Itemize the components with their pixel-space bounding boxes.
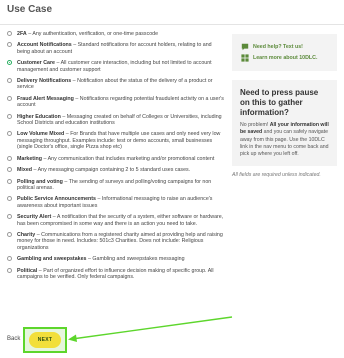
option-description: Gambling and sweepstakes messaging bbox=[92, 256, 185, 263]
next-button[interactable]: NEXT bbox=[29, 332, 61, 348]
use-case-option[interactable]: Mixed – Any messaging campaign containin… bbox=[7, 167, 226, 173]
use-case-option[interactable]: Marketing – Any communication that inclu… bbox=[7, 155, 226, 162]
radio-icon[interactable] bbox=[7, 131, 12, 137]
use-case-option[interactable]: Customer Care – All customer care intera… bbox=[7, 60, 226, 73]
radio-icon[interactable] bbox=[7, 256, 12, 262]
radio-checked-icon[interactable] bbox=[7, 60, 12, 66]
radio-icon[interactable] bbox=[7, 196, 12, 202]
option-name: Fraud Alert Messaging bbox=[17, 95, 74, 102]
radio-icon[interactable] bbox=[7, 231, 12, 237]
option-description: Communications from a registered charity… bbox=[17, 231, 223, 251]
radio-icon[interactable] bbox=[7, 78, 12, 84]
use-case-option[interactable]: Account Notifications – Standard notific… bbox=[7, 42, 226, 55]
sidebar: Need help? Text us! Learn more about 10D… bbox=[232, 34, 337, 178]
option-name: Political bbox=[17, 267, 38, 274]
option-name: Public Service Announcements bbox=[17, 196, 96, 203]
option-name: Charity bbox=[17, 231, 36, 238]
option-description: Any authentication, verification, or one… bbox=[32, 31, 159, 37]
use-case-options: 2FA – Any authentication, verification, … bbox=[7, 31, 226, 285]
use-case-option[interactable]: Low Volume Mixed – For Brands that have … bbox=[7, 131, 226, 150]
pause-box: Need to press pause on this to gather in… bbox=[232, 80, 337, 167]
option-name: Marketing bbox=[17, 155, 43, 162]
grid-icon bbox=[241, 54, 249, 62]
learn-more-link[interactable]: Learn more about 10DLC. bbox=[241, 54, 331, 62]
use-case-option[interactable]: 2FA – Any authentication, verification, … bbox=[7, 31, 226, 37]
help-box: Need help? Text us! Learn more about 10D… bbox=[232, 34, 337, 71]
help-text-label: Need help? Text us! bbox=[253, 44, 303, 50]
radio-icon[interactable] bbox=[7, 42, 12, 48]
pause-body-intro: No problem! bbox=[240, 122, 270, 128]
option-name: Polling and voting bbox=[17, 178, 63, 185]
radio-icon[interactable] bbox=[7, 267, 12, 273]
option-name: Gambling and sweepstakes bbox=[17, 256, 87, 263]
use-case-option[interactable]: Delivery Notifications – Notification ab… bbox=[7, 78, 226, 91]
radio-icon[interactable] bbox=[7, 113, 12, 119]
pause-body: No problem! All your information will be… bbox=[240, 122, 329, 158]
title-divider bbox=[0, 24, 344, 25]
radio-icon[interactable] bbox=[7, 155, 12, 161]
option-name: Mixed bbox=[17, 167, 33, 174]
option-name: 2FA bbox=[17, 31, 27, 37]
use-case-option[interactable]: Higher Education – Messaging created on … bbox=[7, 113, 226, 127]
use-case-option[interactable]: Polling and voting – The sending of surv… bbox=[7, 178, 226, 192]
back-link[interactable]: Back bbox=[7, 336, 20, 342]
chat-icon bbox=[241, 43, 249, 51]
learn-more-label: Learn more about 10DLC. bbox=[253, 55, 318, 61]
option-name: Low Volume Mixed bbox=[17, 131, 65, 138]
use-case-option[interactable]: Security Alert – A notification that the… bbox=[7, 214, 226, 227]
pause-title: Need to press pause on this to gather in… bbox=[240, 88, 319, 117]
option-description: Part of organized effort to influence de… bbox=[17, 267, 214, 280]
use-case-option[interactable]: Charity – Communications from a register… bbox=[7, 231, 226, 251]
option-description: Any messaging campaign containing 2 to 5… bbox=[37, 167, 191, 174]
option-name: Account Notifications bbox=[17, 42, 72, 49]
use-case-option[interactable]: Political – Part of organized effort to … bbox=[7, 267, 226, 281]
required-note: All fields are required unless indicated… bbox=[232, 172, 321, 179]
option-name: Customer Care bbox=[17, 60, 55, 67]
option-description: Any communication that includes marketin… bbox=[47, 155, 215, 162]
radio-icon[interactable] bbox=[7, 167, 12, 173]
page-title: Use Case bbox=[7, 4, 53, 15]
option-name: Higher Education bbox=[17, 113, 61, 120]
use-case-option[interactable]: Public Service Announcements – Informati… bbox=[7, 196, 226, 209]
use-case-option[interactable]: Gambling and sweepstakes – Gambling and … bbox=[7, 256, 226, 262]
help-text-link[interactable]: Need help? Text us! bbox=[241, 43, 331, 51]
radio-icon[interactable] bbox=[7, 31, 12, 36]
next-button-highlight: NEXT bbox=[23, 327, 67, 353]
radio-icon[interactable] bbox=[7, 95, 12, 101]
radio-icon[interactable] bbox=[7, 178, 12, 184]
option-name: Security Alert bbox=[17, 214, 52, 221]
radio-icon[interactable] bbox=[7, 214, 12, 220]
option-name: Delivery Notifications bbox=[17, 78, 72, 85]
use-case-option[interactable]: Fraud Alert Messaging – Notifications re… bbox=[7, 95, 226, 109]
